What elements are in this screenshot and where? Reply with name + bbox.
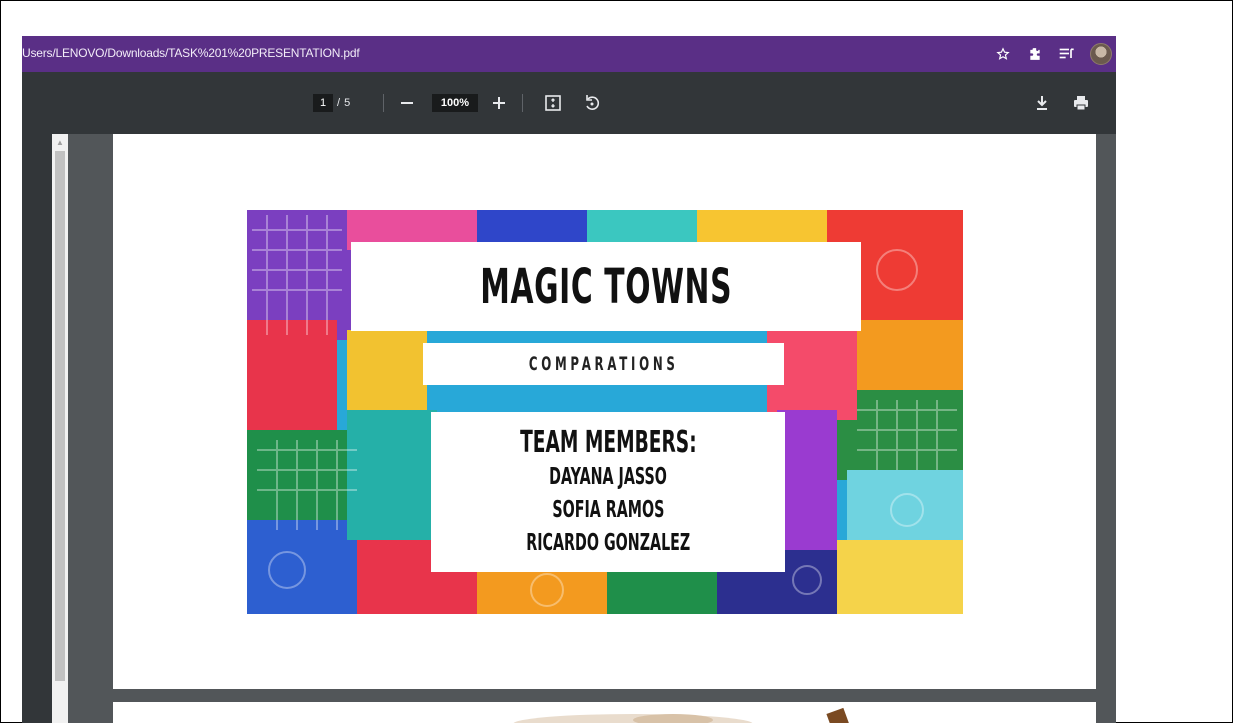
- avatar[interactable]: [1090, 43, 1112, 65]
- slide-title: MAGIC TOWNS: [480, 258, 732, 315]
- next-page-preview: [513, 707, 854, 723]
- team-member: RICARDO GONZALEZ: [525, 529, 690, 556]
- zoom-in-icon[interactable]: [492, 92, 506, 114]
- slide-subtitle: COMPARATIONS: [528, 353, 679, 375]
- star-icon[interactable]: [994, 45, 1012, 63]
- team-member: SOFIA RAMOS: [551, 496, 665, 523]
- browser-window: Users/LENOVO/Downloads/TASK%201%20PRESEN…: [22, 36, 1116, 723]
- viewer-side-strip: [22, 134, 52, 723]
- zoom-input[interactable]: 100%: [432, 94, 478, 112]
- subtitle-box: COMPARATIONS: [423, 343, 784, 385]
- download-icon[interactable]: [1034, 92, 1050, 114]
- toolbar-divider: [383, 94, 384, 112]
- team-box: TEAM MEMBERS: DAYANA JASSO SOFIA RAMOS R…: [431, 412, 785, 572]
- current-page-input[interactable]: 1: [313, 94, 333, 112]
- rotate-icon[interactable]: [583, 92, 601, 114]
- scrollbar[interactable]: ▲: [52, 134, 68, 723]
- pdf-toolbar: 1 / 5 100%: [22, 72, 1116, 134]
- address-bar[interactable]: Users/LENOVO/Downloads/TASK%201%20PRESEN…: [22, 36, 1116, 72]
- page-separator: /: [337, 97, 341, 109]
- pdf-page: MAGIC TOWNS COMPARATIONS TEAM MEMBERS: D…: [113, 134, 1096, 689]
- extensions-icon[interactable]: [1026, 45, 1044, 63]
- slide-image: MAGIC TOWNS COMPARATIONS TEAM MEMBERS: D…: [247, 210, 963, 614]
- pdf-viewer[interactable]: ▲ MAGIC TOWNS COMPARATIONS TEAM MEMBERS:…: [22, 134, 1116, 723]
- address-bar-actions: [994, 41, 1112, 67]
- reading-list-icon[interactable]: [1058, 45, 1076, 63]
- title-box: MAGIC TOWNS: [351, 242, 861, 331]
- team-member: DAYANA JASSO: [549, 463, 667, 490]
- toolbar-divider: [522, 94, 523, 112]
- scroll-thumb[interactable]: [55, 151, 65, 681]
- page-navigation: 1 / 5: [313, 94, 350, 112]
- zoom-out-icon[interactable]: [400, 92, 414, 114]
- scroll-up-arrow-icon[interactable]: ▲: [52, 134, 68, 150]
- total-pages: 5: [344, 97, 351, 109]
- fit-to-page-icon[interactable]: [544, 92, 562, 114]
- pdf-page-next: [113, 702, 1096, 723]
- team-heading: TEAM MEMBERS:: [519, 424, 697, 460]
- print-icon[interactable]: [1072, 92, 1090, 114]
- url-text[interactable]: Users/LENOVO/Downloads/TASK%201%20PRESEN…: [22, 46, 360, 60]
